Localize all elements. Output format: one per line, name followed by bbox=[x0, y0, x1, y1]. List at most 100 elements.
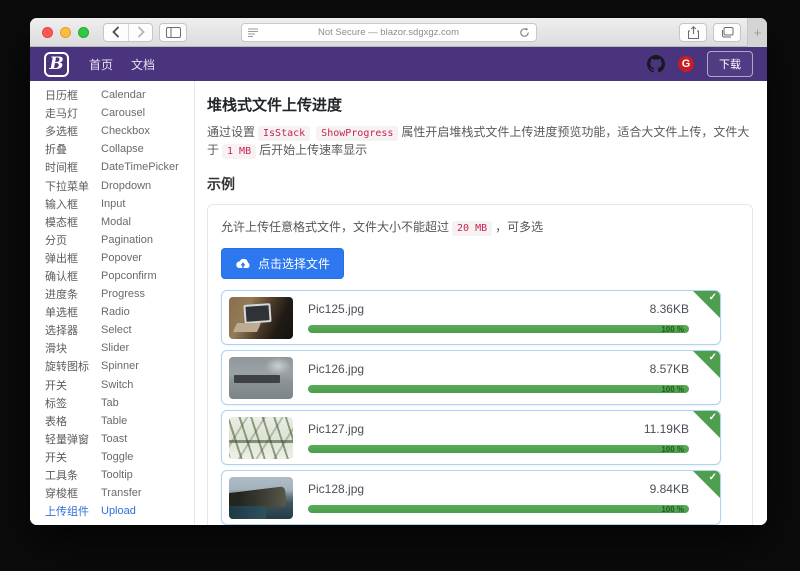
main-content: 堆栈式文件上传进度 通过设置IsStackShowProgress属性开启堆栈式… bbox=[195, 81, 767, 525]
file-name: Pic125.jpg bbox=[308, 302, 364, 316]
page-title: 堆栈式文件上传进度 bbox=[207, 94, 753, 115]
upload-item[interactable]: Pic127.jpg 11.19KB 100 % ✓ bbox=[221, 410, 721, 465]
new-tab-button[interactable]: + bbox=[747, 18, 767, 47]
sidebar-item-label-en: Upload bbox=[101, 505, 136, 517]
progress-fill bbox=[308, 385, 689, 393]
sidebar-item[interactable]: 开关 Switch bbox=[45, 376, 194, 394]
sidebar-item[interactable]: 选择器 Select bbox=[45, 321, 194, 339]
sidebar-item-label-zh: 下拉菜单 bbox=[45, 178, 101, 194]
file-size: 11.19KB bbox=[644, 422, 689, 436]
share-icon bbox=[688, 26, 699, 39]
sidebar-item-label-zh: 单选框 bbox=[45, 304, 101, 320]
nav-buttons bbox=[103, 23, 153, 42]
sidebar-item[interactable]: 折叠 Collapse bbox=[45, 140, 194, 158]
sidebar-item[interactable]: 日历框 Calendar bbox=[45, 86, 194, 104]
sidebar-item[interactable]: 时间框 DateTimePicker bbox=[45, 158, 194, 176]
file-name: Pic127.jpg bbox=[308, 422, 364, 436]
check-icon: ✓ bbox=[709, 352, 717, 363]
file-thumbnail bbox=[229, 357, 293, 399]
sidebar-item-label-en: Select bbox=[101, 324, 132, 336]
sidebar-item-label-zh: 选择器 bbox=[45, 322, 101, 338]
hint-text: ，可多选 bbox=[495, 220, 543, 234]
file-size: 9.84KB bbox=[650, 482, 689, 496]
sidebar-item-label-en: Switch bbox=[101, 379, 133, 391]
file-name: Pic128.jpg bbox=[308, 482, 364, 496]
file-meta: Pic127.jpg 11.19KB 100 % bbox=[308, 422, 689, 453]
sidebar-item[interactable]: 轻量弹窗 Toast bbox=[45, 430, 194, 448]
sidebar-item-label-en: Progress bbox=[101, 288, 145, 300]
sidebar-item-label-en: Tab bbox=[101, 397, 119, 409]
sidebar-item[interactable]: 开关 Toggle bbox=[45, 448, 194, 466]
sidebar-item[interactable]: 走马灯 Carousel bbox=[45, 104, 194, 122]
file-meta: Pic126.jpg 8.57KB 100 % bbox=[308, 362, 689, 393]
page-description: 通过设置IsStackShowProgress属性开启堆栈式文件上传进度预览功能… bbox=[207, 123, 753, 159]
sidebar-item-label-zh: 旋转图标 bbox=[45, 358, 101, 374]
download-button[interactable]: 下载 bbox=[707, 51, 753, 77]
upload-item[interactable]: Pic125.jpg 8.36KB 100 % ✓ bbox=[221, 290, 721, 345]
sidebar-item[interactable]: 多选框 Checkbox bbox=[45, 122, 194, 140]
upload-hint: 允许上传任意格式文件，文件大小不能超过20 MB，可多选 bbox=[221, 218, 737, 235]
sidebar-item[interactable]: 标签 Tab bbox=[45, 394, 194, 412]
select-files-button[interactable]: 点击选择文件 bbox=[221, 248, 344, 279]
sidebar-item-label-en: Modal bbox=[101, 216, 131, 228]
hint-text: 允许上传任意格式文件，文件大小不能超过 bbox=[221, 220, 449, 234]
address-bar[interactable]: Not Secure — blazor.sdgxgz.com bbox=[241, 23, 537, 42]
progress-fill bbox=[308, 445, 689, 453]
nav-docs-link[interactable]: 文档 bbox=[131, 56, 155, 73]
select-files-label: 点击选择文件 bbox=[258, 255, 330, 272]
sidebar-item[interactable]: 工具条 Tooltip bbox=[45, 466, 194, 484]
sidebar-item[interactable]: 确认框 Popconfirm bbox=[45, 267, 194, 285]
sidebar-item[interactable]: 旋转图标 Spinner bbox=[45, 357, 194, 375]
browser-chrome: Not Secure — blazor.sdgxgz.com + bbox=[30, 18, 767, 47]
desc-text: 后开始上传速率显示 bbox=[259, 143, 367, 157]
progress-percent: 100 % bbox=[661, 385, 684, 394]
sidebar-item[interactable]: 穿梭框 Transfer bbox=[45, 484, 194, 502]
refresh-icon[interactable] bbox=[519, 27, 530, 38]
progress-fill bbox=[308, 325, 689, 333]
sidebar-item-label-en: Pagination bbox=[101, 234, 153, 246]
upload-item[interactable]: Pic126.jpg 8.57KB 100 % ✓ bbox=[221, 350, 721, 405]
zoom-window-button[interactable] bbox=[78, 27, 89, 38]
sidebar-item-label-en: Radio bbox=[101, 306, 130, 318]
upload-item[interactable]: Pic128.jpg 9.84KB 100 % ✓ bbox=[221, 470, 721, 525]
sidebar-item-label-zh: 进度条 bbox=[45, 286, 101, 302]
sidebar-item[interactable]: 弹出框 Popover bbox=[45, 249, 194, 267]
chrome-right-buttons: + bbox=[679, 18, 761, 47]
sidebar-item[interactable]: 模态框 Modal bbox=[45, 213, 194, 231]
share-button[interactable] bbox=[679, 23, 707, 42]
site-logo[interactable]: B bbox=[44, 52, 69, 77]
sidebar-item[interactable]: 上传组件 Upload bbox=[45, 502, 194, 520]
sidebar-item[interactable]: 分页 Pagination bbox=[45, 231, 194, 249]
sidebar-item-label-zh: 分页 bbox=[45, 232, 101, 248]
forward-icon bbox=[137, 26, 145, 38]
sidebar-item[interactable]: 下拉菜单 Dropdown bbox=[45, 176, 194, 194]
sidebar-item[interactable]: 输入框 Input bbox=[45, 195, 194, 213]
back-button[interactable] bbox=[104, 24, 128, 41]
sidebar-item[interactable]: 表格 Table bbox=[45, 412, 194, 430]
sidebar-item-label-en: Toggle bbox=[101, 451, 133, 463]
page-body: 日历框 Calendar 走马灯 Carousel 多选框 Checkbox 折… bbox=[30, 81, 767, 525]
sidebar-toggle-button[interactable] bbox=[159, 23, 187, 42]
forward-button[interactable] bbox=[128, 24, 152, 41]
sidebar-item-label-en: Calendar bbox=[101, 89, 146, 101]
code-tag-size: 1 MB bbox=[222, 144, 256, 159]
sidebar-item-label-zh: 开关 bbox=[45, 449, 101, 465]
sidebar-item-label-zh: 轻量弹窗 bbox=[45, 431, 101, 447]
sidebar-item[interactable]: 单选框 Radio bbox=[45, 303, 194, 321]
gitee-icon[interactable]: G bbox=[678, 56, 694, 72]
close-window-button[interactable] bbox=[42, 27, 53, 38]
sidebar-item[interactable]: 滑块 Slider bbox=[45, 339, 194, 357]
sidebar-item[interactable]: 进度条 Progress bbox=[45, 285, 194, 303]
progress-fill bbox=[308, 505, 689, 513]
sidebar-item-label-en: Slider bbox=[101, 342, 129, 354]
header-right: G 下载 bbox=[647, 51, 753, 77]
minimize-window-button[interactable] bbox=[60, 27, 71, 38]
sidebar-item-label-zh: 弹出框 bbox=[45, 250, 101, 266]
top-nav: 首页 文档 bbox=[89, 56, 155, 73]
nav-home-link[interactable]: 首页 bbox=[89, 56, 113, 73]
github-icon[interactable] bbox=[647, 55, 665, 73]
sidebar-item-label-zh: 走马灯 bbox=[45, 105, 101, 121]
tab-overview-button[interactable] bbox=[713, 23, 741, 42]
browser-window: Not Secure — blazor.sdgxgz.com + B 首页 文档… bbox=[30, 18, 767, 525]
example-card: 允许上传任意格式文件，文件大小不能超过20 MB，可多选 点击选择文件 Pic1… bbox=[207, 204, 753, 525]
